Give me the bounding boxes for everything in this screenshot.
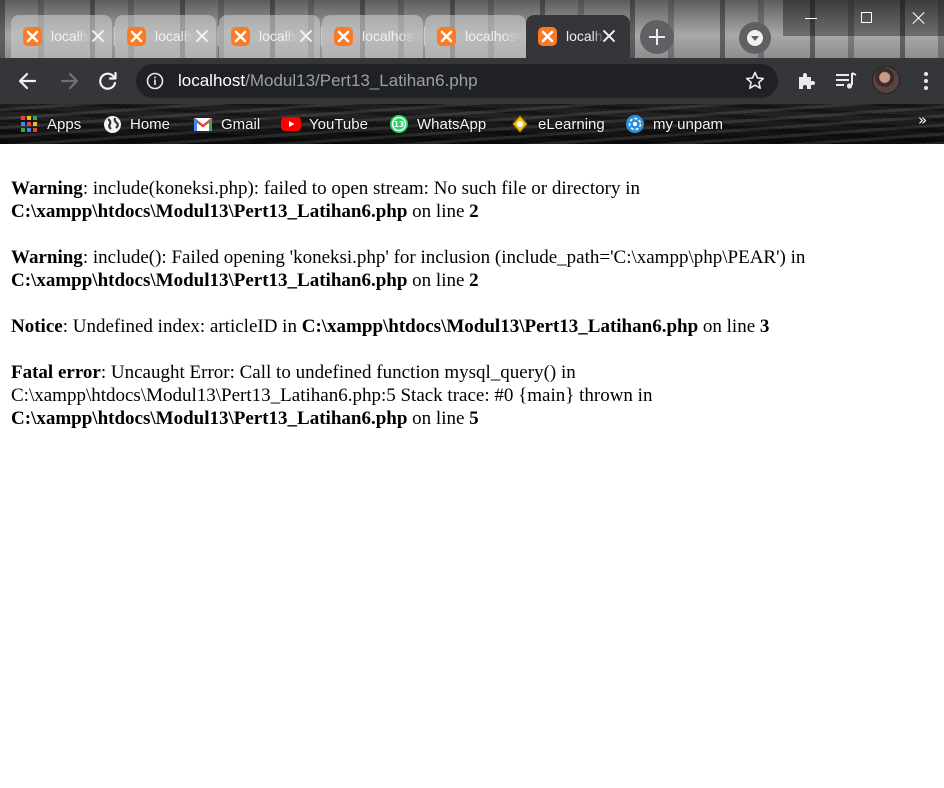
close-window-button[interactable]	[895, 0, 944, 36]
elearning-icon	[510, 114, 530, 134]
tab-title: localhost	[362, 28, 416, 44]
reload-button[interactable]	[94, 67, 122, 95]
error-line-number: 2	[469, 201, 479, 222]
page-content: Warning: include(koneksi.php): failed to…	[11, 177, 911, 453]
error-type: Warning	[11, 178, 83, 199]
xampp-favicon-icon	[23, 27, 42, 46]
bookmark-label: Gmail	[221, 115, 261, 133]
browser-tab[interactable]: localhost	[219, 15, 320, 58]
tab-title: localhost	[259, 28, 297, 44]
media-queue-icon[interactable]	[834, 69, 858, 93]
xampp-favicon-icon	[334, 27, 353, 46]
svg-text:13: 13	[394, 120, 404, 129]
bookmark-gmail[interactable]: Gmail	[193, 112, 260, 136]
bookmark-apps[interactable]: Apps	[19, 112, 81, 136]
gmail-icon	[193, 114, 213, 134]
error-file: C:\xampp\htdocs\Modul13\Pert13_Latihan6.…	[11, 270, 408, 291]
browser-tab-active[interactable]: localhost	[526, 15, 630, 58]
error-line-number: 5	[469, 408, 479, 429]
error-file: C:\xampp\htdocs\Modul13\Pert13_Latihan6.…	[11, 408, 408, 429]
php-error-message: Fatal error: Uncaught Error: Call to und…	[11, 361, 911, 430]
browser-tab[interactable]: localhost	[11, 15, 112, 58]
error-file: C:\xampp\htdocs\Modul13\Pert13_Latihan6.…	[301, 316, 699, 337]
error-text: : Undefined index: articleID in	[62, 316, 302, 337]
tab-close-icon[interactable]	[91, 29, 105, 43]
bookmark-youtube[interactable]: YouTube	[281, 112, 368, 136]
bookmark-label: my unpam	[653, 115, 724, 133]
error-file: C:\xampp\htdocs\Modul13\Pert13_Latihan6.…	[11, 201, 408, 222]
unpam-icon	[625, 114, 645, 134]
tab-close-icon[interactable]	[602, 29, 616, 43]
back-button[interactable]	[14, 67, 42, 95]
url-text[interactable]: localhost/Modul13/Pert13_Latihan6.php	[178, 71, 478, 91]
bookmarks-overflow-button[interactable]: »	[918, 111, 927, 129]
error-type: Fatal error	[11, 362, 101, 383]
php-error-message: Warning: include(koneksi.php): failed to…	[11, 177, 911, 223]
forward-button[interactable]	[55, 67, 83, 95]
error-text: : include(koneksi.php): failed to open s…	[82, 178, 640, 199]
error-line-number: 3	[759, 316, 770, 337]
site-info-icon[interactable]	[146, 72, 164, 90]
extensions-puzzle-icon[interactable]	[795, 69, 819, 93]
error-text: : include(): Failed opening 'koneksi.php…	[82, 247, 806, 268]
bookmark-label: eLearning	[538, 115, 605, 133]
tab-search-button[interactable]	[739, 22, 771, 54]
url-host: localhost	[178, 71, 246, 90]
menu-kebab-icon[interactable]	[914, 69, 938, 93]
forward-arrow-icon	[60, 72, 79, 90]
xampp-favicon-icon	[127, 27, 146, 46]
bookmark-star-icon[interactable]	[744, 70, 766, 92]
browser-chrome: localhost localhost localhost localhost …	[0, 0, 944, 144]
bookmark-my-unpam[interactable]: my unpam	[625, 112, 723, 136]
profile-avatar[interactable]	[872, 66, 900, 94]
xampp-favicon-icon	[437, 27, 456, 46]
error-line-number: 2	[469, 270, 479, 291]
tab-title: localhost	[51, 28, 89, 44]
tab-title: localhost	[465, 28, 519, 44]
apps-grid-icon	[19, 114, 39, 134]
error-on-line: on line	[698, 316, 760, 337]
youtube-icon	[281, 114, 301, 134]
xampp-favicon-icon	[231, 27, 250, 46]
php-error-message: Notice: Undefined index: articleID in C:…	[11, 315, 911, 338]
browser-tab[interactable]: localhost	[322, 15, 423, 58]
tab-title: localhost	[155, 28, 193, 44]
globe-icon	[102, 114, 122, 134]
browser-tab[interactable]: localhost	[115, 15, 216, 58]
minimize-button[interactable]	[783, 0, 839, 36]
reload-icon	[99, 71, 117, 90]
bookmark-home[interactable]: Home	[102, 112, 170, 136]
error-on-line: on line	[407, 201, 470, 222]
bookmark-label: Home	[130, 115, 171, 133]
address-bar[interactable]: localhost/Modul13/Pert13_Latihan6.php	[136, 64, 778, 98]
tab-title: localhost	[566, 28, 604, 44]
bookmark-elearning[interactable]: eLearning	[510, 112, 605, 136]
tab-close-icon[interactable]	[299, 29, 313, 43]
new-tab-button[interactable]	[640, 20, 674, 54]
url-path: /Modul13/Pert13_Latihan6.php	[245, 71, 478, 90]
back-arrow-icon	[18, 72, 37, 90]
error-on-line: on line	[407, 408, 470, 429]
bookmark-label: Apps	[47, 115, 82, 133]
bookmark-label: YouTube	[309, 115, 368, 133]
whatsapp-icon: 13	[389, 114, 409, 134]
bookmark-whatsapp[interactable]: 13 WhatsApp	[389, 112, 486, 136]
error-type: Warning	[11, 247, 83, 268]
php-error-message: Warning: include(): Failed opening 'kone…	[11, 246, 911, 292]
error-on-line: on line	[407, 270, 470, 291]
browser-toolbar: localhost/Modul13/Pert13_Latihan6.php	[0, 58, 944, 104]
bookmark-label: WhatsApp	[417, 115, 487, 133]
bookmarks-bar: Apps Home Gmail YouTube 13 WhatsApp eLea…	[0, 104, 944, 144]
maximize-button[interactable]	[839, 0, 895, 36]
error-text: : Uncaught Error: Call to undefined func…	[11, 362, 653, 406]
error-type: Notice	[11, 316, 63, 337]
tab-close-icon[interactable]	[195, 29, 209, 43]
xampp-favicon-icon	[538, 27, 557, 46]
browser-tab[interactable]: localhost	[425, 15, 526, 58]
